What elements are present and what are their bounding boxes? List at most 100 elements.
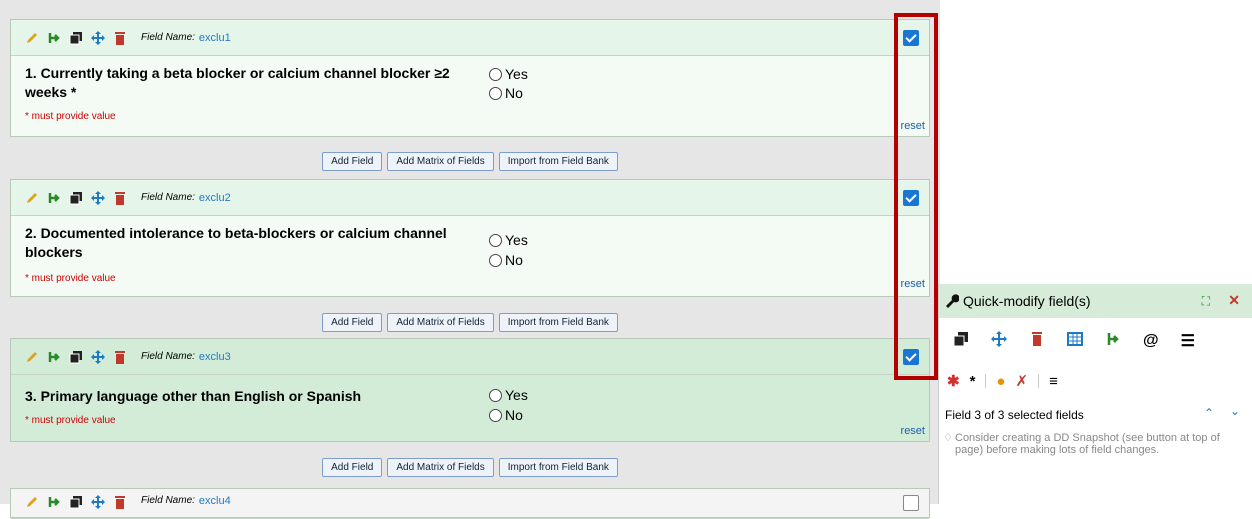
- pencil-icon[interactable]: [25, 31, 39, 45]
- copy-icon[interactable]: [69, 350, 83, 364]
- radio-button[interactable]: [489, 388, 502, 402]
- delete-icon[interactable]: [113, 495, 127, 509]
- field-header: Field Name: exclu4: [11, 489, 929, 519]
- snapshot-tip: ♢ Consider creating a DD Snapshot (see b…: [939, 432, 1252, 456]
- field-name-label: Field Name:: [141, 32, 195, 43]
- snapshot-tip-text: Consider creating a DD Snapshot (see but…: [955, 432, 1220, 456]
- chevron-down-icon[interactable]: ⌄: [1230, 404, 1240, 418]
- quick-modify-panel: Quick-modify field(s) ⛶ ✕ @ ☰ ✱ * ● ✗ ≡ …: [938, 284, 1252, 504]
- field-card-exclu1: Field Name: exclu1 1. Currently taking a…: [10, 19, 930, 137]
- add-field-bar: Add Field Add Matrix of Fields Import fr…: [0, 152, 940, 171]
- question-text: 2. Documented intolerance to beta-blocke…: [25, 225, 447, 260]
- branching-icon[interactable]: [1105, 331, 1121, 352]
- field-name-value: exclu2: [198, 191, 231, 204]
- quick-modify-toolbar: @ ☰: [939, 318, 1252, 364]
- field-card-exclu4: Field Name: exclu4: [10, 488, 930, 519]
- pencil-icon[interactable]: [25, 350, 39, 364]
- import-field-bank-button[interactable]: Import from Field Bank: [498, 152, 618, 171]
- field-name-value: exclu1: [198, 31, 231, 44]
- field-header: Field Name: exclu1: [11, 20, 929, 56]
- required-icon[interactable]: ✱: [947, 372, 960, 390]
- radio-button[interactable]: [489, 253, 502, 267]
- add-field-bar: Add Field Add Matrix of Fields Import fr…: [0, 458, 940, 477]
- pencil-icon[interactable]: [25, 495, 39, 509]
- add-matrix-button[interactable]: Add Matrix of Fields: [387, 152, 494, 171]
- move-icon[interactable]: [91, 30, 105, 45]
- not-required-icon[interactable]: *: [970, 373, 976, 390]
- add-field-bar: Add Field Add Matrix of Fields Import fr…: [0, 313, 940, 332]
- option-label: Yes: [505, 66, 528, 82]
- chevron-up-icon[interactable]: ⌃: [1204, 406, 1214, 420]
- field-select-checkbox[interactable]: [903, 495, 919, 511]
- branching-icon[interactable]: [47, 31, 61, 45]
- question-text: 3. Primary language other than English o…: [25, 388, 362, 404]
- field-card-exclu3: Field Name: exclu3 3. Primary language o…: [10, 338, 930, 442]
- move-icon[interactable]: [991, 330, 1007, 352]
- option-yes[interactable]: Yes: [489, 66, 528, 82]
- field-header: Field Name: exclu3: [11, 339, 929, 375]
- option-label: No: [505, 407, 523, 423]
- add-matrix-button[interactable]: Add Matrix of Fields: [387, 458, 494, 477]
- not-identifier-icon[interactable]: ✗: [1015, 372, 1028, 390]
- add-field-button[interactable]: Add Field: [322, 313, 383, 332]
- list-icon[interactable]: ☰: [1181, 331, 1195, 351]
- pencil-icon[interactable]: [25, 191, 39, 205]
- move-icon[interactable]: [91, 495, 105, 509]
- import-field-bank-button[interactable]: Import from Field Bank: [498, 313, 618, 332]
- option-no[interactable]: No: [489, 407, 523, 423]
- required-note: * must provide value: [25, 415, 116, 426]
- align-icon[interactable]: ≡: [1049, 373, 1058, 390]
- field-name-label: Field Name:: [141, 351, 195, 362]
- field-header: Field Name: exclu2: [11, 180, 929, 216]
- copy-icon[interactable]: [953, 331, 969, 352]
- field-name-value: exclu4: [198, 495, 231, 507]
- delete-icon[interactable]: [1029, 331, 1045, 352]
- toolbar-divider: [1038, 374, 1040, 388]
- option-label: No: [505, 252, 523, 268]
- expand-icon[interactable]: ⛶: [1202, 294, 1210, 309]
- reset-link[interactable]: reset: [901, 425, 925, 437]
- delete-icon[interactable]: [113, 350, 127, 364]
- radio-button[interactable]: [489, 408, 502, 422]
- quick-modify-toolbar-2: ✱ * ● ✗ ≡: [939, 364, 1252, 398]
- radio-button[interactable]: [489, 86, 502, 100]
- move-icon[interactable]: [91, 349, 105, 364]
- selection-status: Field 3 of 3 selected fields: [945, 408, 1084, 422]
- add-matrix-button[interactable]: Add Matrix of Fields: [387, 313, 494, 332]
- option-label: Yes: [505, 387, 528, 403]
- field-card-exclu2: Field Name: exclu2 2. Documented intoler…: [10, 179, 930, 297]
- copy-icon[interactable]: [69, 495, 83, 509]
- field-name-value: exclu3: [198, 350, 231, 363]
- delete-icon[interactable]: [113, 31, 127, 45]
- checkbox-highlight-box: [894, 13, 938, 380]
- required-note: * must provide value: [25, 273, 116, 284]
- toolbar-divider: [985, 374, 987, 388]
- branching-icon[interactable]: [47, 191, 61, 205]
- field-body: 2. Documented intolerance to beta-blocke…: [11, 216, 929, 296]
- option-yes[interactable]: Yes: [489, 232, 528, 248]
- close-icon[interactable]: ✕: [1228, 292, 1240, 309]
- add-field-button[interactable]: Add Field: [322, 152, 383, 171]
- import-field-bank-button[interactable]: Import from Field Bank: [498, 458, 618, 477]
- delete-icon[interactable]: [113, 191, 127, 205]
- field-body: 1. Currently taking a beta blocker or ca…: [11, 56, 929, 136]
- field-body: 3. Primary language other than English o…: [11, 375, 929, 441]
- selection-nav: Field 3 of 3 selected fields ⌃ ⌄: [939, 398, 1252, 432]
- field-name-label: Field Name:: [141, 495, 195, 506]
- branching-icon[interactable]: [47, 350, 61, 364]
- branching-icon[interactable]: [47, 495, 61, 509]
- radio-button[interactable]: [489, 233, 502, 247]
- move-icon[interactable]: [91, 190, 105, 205]
- matrix-icon[interactable]: [1067, 331, 1083, 352]
- copy-icon[interactable]: [69, 191, 83, 205]
- copy-icon[interactable]: [69, 31, 83, 45]
- quick-modify-title: Quick-modify field(s): [963, 293, 1091, 309]
- add-field-button[interactable]: Add Field: [322, 458, 383, 477]
- identifier-icon[interactable]: ●: [996, 373, 1005, 390]
- option-yes[interactable]: Yes: [489, 387, 528, 403]
- option-no[interactable]: No: [489, 85, 523, 101]
- option-no[interactable]: No: [489, 252, 523, 268]
- radio-button[interactable]: [489, 67, 502, 81]
- field-name-label: Field Name:: [141, 192, 195, 203]
- at-icon[interactable]: @: [1143, 332, 1159, 350]
